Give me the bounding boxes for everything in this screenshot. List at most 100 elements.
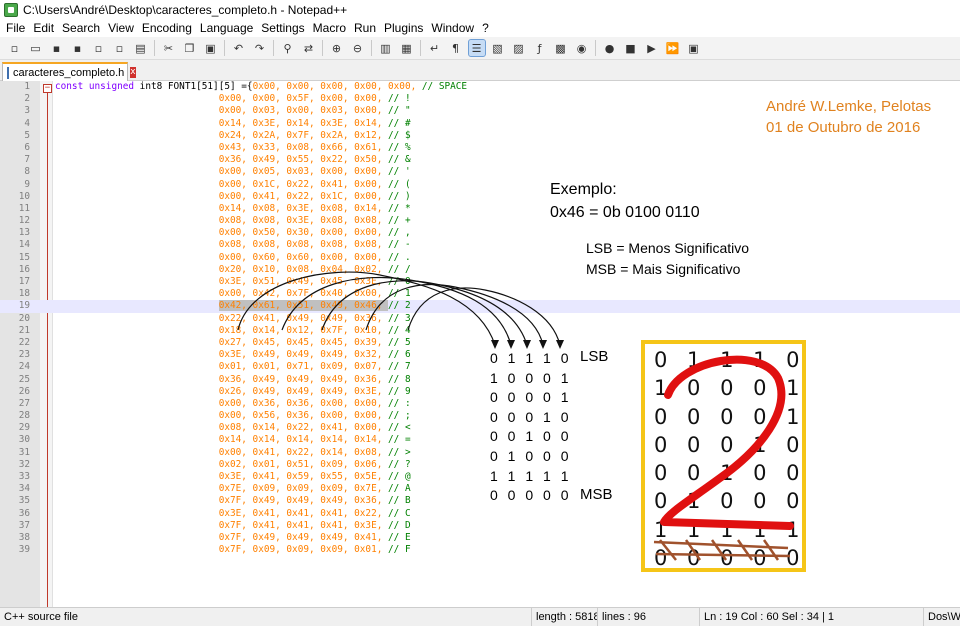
word-wrap-icon[interactable]: ↵ — [427, 40, 443, 56]
open-file-icon[interactable]: ▭ — [28, 40, 44, 56]
code-comment: // > — [388, 446, 411, 458]
user-language-icon[interactable]: ▧ — [490, 40, 506, 56]
status-position: Ln : 19 Col : 60 Sel : 34 | 1 — [700, 608, 924, 626]
menu-plugins[interactable]: Plugins — [380, 21, 427, 35]
zoom-out-icon[interactable]: ⊖ — [350, 40, 366, 56]
find-icon[interactable]: ⚲ — [280, 40, 296, 56]
code-line: 32 0x02, 0x01, 0x51, 0x09, 0x06, // ? — [0, 459, 960, 471]
code-text: 0x36, 0x49, 0x55, 0x22, 0x50, // & — [55, 154, 411, 166]
menu-file[interactable]: File — [0, 21, 29, 35]
menu-encoding[interactable]: Encoding — [138, 21, 196, 35]
close-tab-icon[interactable]: x — [130, 67, 136, 78]
code-editor[interactable]: − 1 const unsigned int8 FONT1[51][5] ={0x… — [0, 81, 960, 607]
menu-edit[interactable]: Edit — [29, 21, 58, 35]
hex-values: 0x36, 0x49, 0x55, 0x22, 0x50, — [218, 154, 389, 166]
monitoring-icon[interactable]: ◉ — [574, 40, 590, 56]
code-text: const unsigned int8 FONT1[51][5] ={0x00,… — [55, 81, 467, 93]
redo-icon[interactable]: ↷ — [252, 40, 268, 56]
hex-values: 0x00, 0x50, 0x30, 0x00, 0x00, — [218, 227, 389, 239]
hex-values: 0x08, 0x14, 0x22, 0x41, 0x00, — [218, 422, 389, 434]
doc-map-icon[interactable]: ▨ — [511, 40, 527, 56]
code-comment: // % — [388, 141, 411, 153]
menu-language[interactable]: Language — [196, 21, 257, 35]
file-icon — [7, 66, 9, 79]
code-text: 0x14, 0x14, 0x14, 0x14, 0x14, // = — [55, 434, 411, 446]
hex-values: 0x7E, 0x09, 0x09, 0x09, 0x7E, — [218, 483, 389, 495]
code-comment: // F — [388, 544, 411, 556]
print-icon[interactable]: ▤ — [133, 40, 149, 56]
line-number: 31 — [18, 446, 30, 458]
stop-record-icon[interactable]: ■ — [623, 40, 639, 56]
status-bar: C++ source file length : 5818 lines : 96… — [0, 607, 960, 626]
play-multiple-icon[interactable]: ⏩ — [665, 40, 681, 56]
menu-window[interactable]: Window — [427, 21, 478, 35]
code-line: 27 0x00, 0x36, 0x36, 0x00, 0x00, // : — [0, 398, 960, 410]
save-all-icon[interactable]: ▪ — [70, 40, 86, 56]
menu-settings[interactable]: Settings — [257, 21, 308, 35]
glyph-bit-row: 0 0 0 1 0 — [654, 432, 807, 457]
show-all-chars-icon[interactable]: ¶ — [448, 40, 464, 56]
sync-horizontal-icon[interactable]: ▦ — [399, 40, 415, 56]
hex-values: 0x7F, 0x49, 0x49, 0x49, 0x36, — [218, 495, 389, 507]
code-comment: // + — [388, 215, 411, 227]
glyph-bit-row: 0 0 0 0 1 — [654, 404, 807, 429]
bit-row: 0 1 1 1 0 — [490, 350, 572, 366]
code-line: 15 0x00, 0x60, 0x60, 0x00, 0x00, // . — [0, 252, 960, 264]
code-line: 37 0x7F, 0x41, 0x41, 0x41, 0x3E, // D — [0, 520, 960, 532]
close-icon[interactable]: ▫ — [91, 40, 107, 56]
paste-icon[interactable]: ▣ — [203, 40, 219, 56]
save-icon[interactable]: ▪ — [49, 40, 65, 56]
code-line: 11 0x14, 0x08, 0x3E, 0x08, 0x14, // * — [0, 203, 960, 215]
save-macro-icon[interactable]: ▣ — [686, 40, 702, 56]
zoom-in-icon[interactable]: ⊕ — [329, 40, 345, 56]
menu-search[interactable]: Search — [58, 21, 104, 35]
hex-values: 0x00, 0x00, 0x5F, 0x00, 0x00, — [218, 93, 389, 105]
code-line: 21 0x18, 0x14, 0x12, 0x7F, 0x10, // 4 — [0, 325, 960, 337]
hex-values: 0x26, 0x49, 0x49, 0x49, 0x3E, — [218, 385, 389, 397]
example-note: Exemplo: 0x46 = 0b 0100 0110 — [550, 178, 700, 224]
record-macro-icon[interactable]: ● — [602, 40, 618, 56]
code-text: 0x00, 0x42, 0x7F, 0x40, 0x00, // 1 — [55, 288, 411, 300]
code-text: 0x00, 0x00, 0x5F, 0x00, 0x00, // ! — [55, 93, 411, 105]
code-comment: // ( — [388, 178, 411, 190]
toolbar-separator — [322, 40, 323, 56]
code-line: 25 0x36, 0x49, 0x49, 0x49, 0x36, // 8 — [0, 374, 960, 386]
hex-values: 0x3E, 0x41, 0x41, 0x41, 0x22, — [218, 507, 389, 519]
sync-vertical-icon[interactable]: ▥ — [378, 40, 394, 56]
example-value: 0x46 = 0b 0100 0110 — [550, 204, 700, 221]
bit-matrix: 0 1 1 1 0 1 0 0 0 1 0 0 0 0 1 0 0 0 1 0 0 0 … — [490, 349, 572, 506]
toolbar-separator — [420, 40, 421, 56]
code-comment: // B — [388, 495, 411, 507]
line-number: 35 — [18, 495, 30, 507]
cut-icon[interactable]: ✂ — [161, 40, 177, 56]
line-number: 6 — [24, 141, 30, 153]
replace-icon[interactable]: ⇄ — [301, 40, 317, 56]
menu-view[interactable]: View — [104, 21, 138, 35]
indent-guide-icon[interactable]: ☰ — [467, 39, 486, 57]
menu-help[interactable]: ? — [478, 21, 493, 35]
tab-caracteres-completo[interactable]: caracteres_completo.h x — [2, 62, 136, 81]
close-all-icon[interactable]: ▫ — [112, 40, 128, 56]
menu-run[interactable]: Run — [350, 21, 380, 35]
line-number: 2 — [24, 93, 30, 105]
lsb-definition: LSB = Menos Significativo — [586, 240, 750, 256]
new-file-icon[interactable]: ▫ — [7, 40, 23, 56]
undo-icon[interactable]: ↶ — [231, 40, 247, 56]
copy-icon[interactable]: ❐ — [182, 40, 198, 56]
toolbar-separator — [154, 40, 155, 56]
menu-macro[interactable]: Macro — [309, 21, 350, 35]
folder-workspace-icon[interactable]: ▩ — [553, 40, 569, 56]
function-list-icon[interactable]: ƒ — [532, 40, 548, 56]
play-macro-icon[interactable]: ▶ — [644, 40, 660, 56]
code-text: 0x7F, 0x41, 0x41, 0x41, 0x3E, // D — [55, 520, 411, 532]
